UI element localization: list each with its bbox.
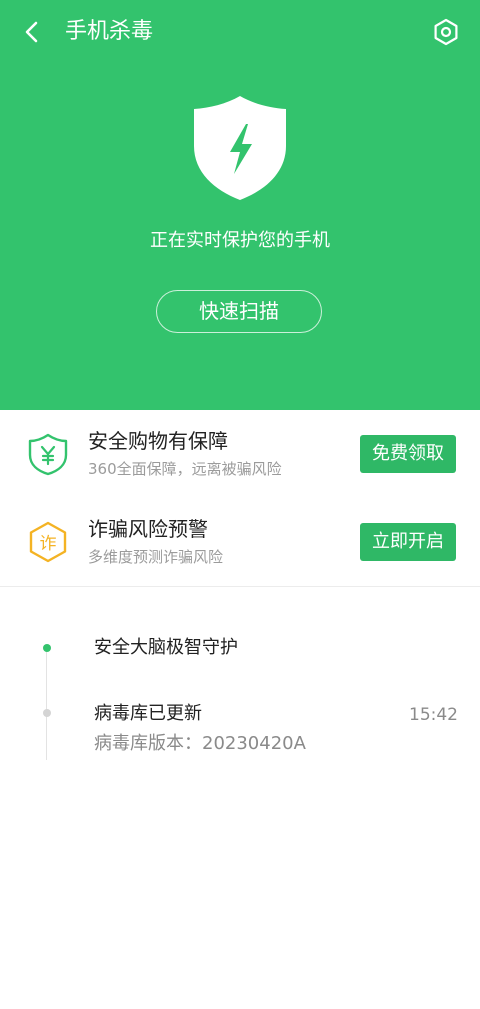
virus-db-version: 病毒库版本：20230420A bbox=[94, 733, 306, 754]
protection-status-text: 正在实时保护您的手机 bbox=[150, 230, 330, 251]
promo-subtitle: 360全面保障，远离被骗风险 bbox=[88, 460, 282, 478]
promo-title: 安全购物有保障 bbox=[88, 429, 228, 453]
chevron-left-icon bbox=[25, 21, 38, 43]
timeline-item-time: 15:42 bbox=[409, 705, 458, 725]
timeline-line bbox=[46, 650, 47, 760]
promo-row-safe-shopping[interactable]: 安全购物有保障 360全面保障，远离被骗风险 免费领取 bbox=[0, 410, 480, 498]
section-divider bbox=[0, 586, 480, 587]
fraud-icon-glyph: 诈 bbox=[40, 534, 57, 554]
free-claim-button[interactable]: 免费领取 bbox=[360, 435, 456, 473]
hexagon-settings-icon bbox=[434, 18, 458, 46]
back-button[interactable] bbox=[14, 14, 50, 50]
hero-banner: 手机杀毒 正在实时保护您的手机 快速扫描 bbox=[0, 0, 480, 410]
timeline-dot-active bbox=[43, 644, 51, 652]
antivirus-page: 手机杀毒 正在实时保护您的手机 快速扫描 安全购物有保障 360全面保障，远离被… bbox=[0, 0, 480, 1009]
timeline-item-title: 病毒库已更新 bbox=[94, 703, 202, 724]
settings-button[interactable] bbox=[426, 12, 466, 52]
promo-row-fraud-warning[interactable]: 诈 诈骗风险预警 多维度预测诈骗风险 立即开启 bbox=[0, 498, 480, 586]
timeline-dot bbox=[43, 709, 51, 717]
quick-scan-button[interactable]: 快速扫描 bbox=[156, 290, 322, 333]
shield-lightning-icon bbox=[194, 96, 286, 200]
timeline-item-title: 安全大脑极智守护 bbox=[94, 637, 238, 658]
promo-title: 诈骗风险预警 bbox=[88, 517, 208, 541]
fraud-warning-icon: 诈 bbox=[29, 521, 67, 563]
page-title: 手机杀毒 bbox=[65, 19, 154, 44]
promo-subtitle: 多维度预测诈骗风险 bbox=[88, 548, 224, 566]
enable-now-button[interactable]: 立即开启 bbox=[360, 523, 456, 561]
shield-yuan-icon bbox=[28, 433, 68, 476]
